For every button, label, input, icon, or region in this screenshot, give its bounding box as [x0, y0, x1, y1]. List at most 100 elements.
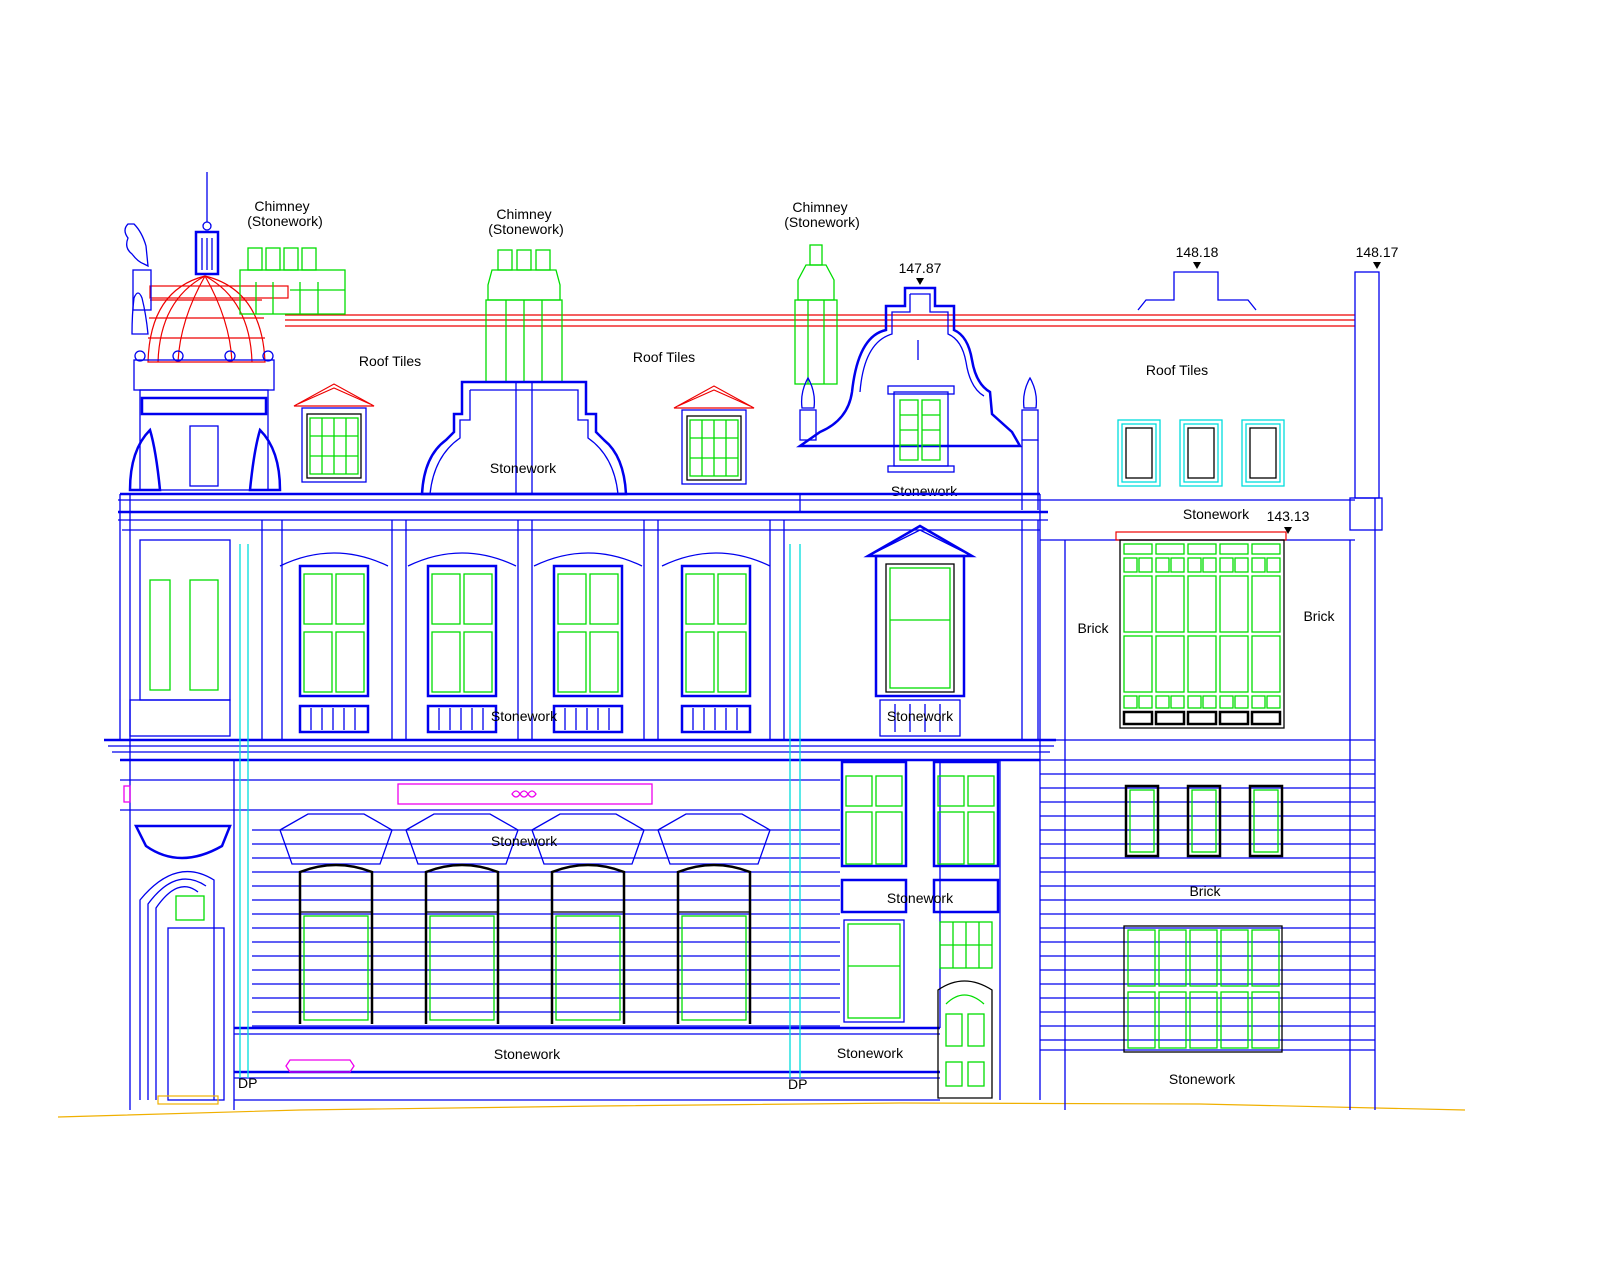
- lion-finial: [124, 223, 152, 335]
- first-floor-pilasters: [261, 520, 1039, 740]
- annex-small-windows: [1124, 784, 1284, 858]
- window-arch-hood: [279, 552, 389, 567]
- central-gable: [420, 380, 628, 496]
- level-annex-stack-value: 148.17: [1356, 244, 1399, 260]
- glazing: [429, 915, 495, 1021]
- glazing: [557, 631, 587, 693]
- downpipe-left-label: DP: [238, 1075, 257, 1091]
- annex-lower-window: [1123, 925, 1283, 1053]
- glazing: [1138, 695, 1153, 709]
- balustrade: [680, 704, 752, 734]
- stonework-plinth-right-label: Stonework: [837, 1045, 904, 1061]
- glazing: [717, 573, 747, 625]
- glazing: [303, 573, 333, 625]
- stonework-dutch-gable-label: Stonework: [891, 483, 958, 499]
- glazing: [717, 631, 747, 693]
- glazing: [1251, 635, 1281, 693]
- glazing: [1251, 575, 1281, 633]
- panel: [1218, 710, 1250, 726]
- chimney-center-label-2: (Stonework): [488, 221, 563, 237]
- stonework-arches-label: Stonework: [491, 833, 558, 849]
- window-frame: [550, 863, 626, 1024]
- window-head: [1115, 531, 1287, 541]
- roof-tiles-center-label: Roof Tiles: [633, 349, 695, 365]
- window-frame: [676, 863, 752, 1024]
- chimney-left-label-2: (Stonework): [247, 213, 322, 229]
- chimney-right-label-1: Chimney: [792, 199, 847, 215]
- glazing: [1189, 929, 1218, 987]
- glazing: [1138, 557, 1153, 573]
- level-window-head-value: 143.13: [1267, 508, 1310, 524]
- chimney-left-label-1: Chimney: [254, 198, 309, 214]
- glazing: [1155, 695, 1170, 709]
- glazing: [681, 915, 747, 1021]
- glazing: [303, 631, 333, 693]
- glazing: [1155, 575, 1185, 633]
- glazing: [1251, 695, 1266, 709]
- stonework-entrance-frieze-label: Stonework: [887, 890, 954, 906]
- glazing: [303, 915, 369, 1021]
- main-facade-structure: [104, 492, 1056, 1110]
- glazing: [1234, 695, 1249, 709]
- panel: [1250, 710, 1282, 726]
- corner-turret-dome: [147, 275, 289, 363]
- window-frame: [1248, 784, 1284, 858]
- chimney-left: [239, 247, 346, 315]
- panel: [1154, 710, 1186, 726]
- roof-lines: [285, 314, 1355, 327]
- glazing: [685, 573, 715, 625]
- glazing: [1123, 635, 1153, 693]
- glazing: [1202, 557, 1217, 573]
- glazing: [1123, 695, 1138, 709]
- glazing: [1187, 635, 1217, 693]
- annex-parapet: [1137, 262, 1381, 499]
- glazing: [1266, 557, 1281, 573]
- glazing: [1219, 543, 1249, 555]
- level-marker-gable-top: [916, 278, 924, 285]
- window-frame: [1119, 539, 1285, 729]
- glazing: [1123, 543, 1153, 555]
- glazing: [1251, 929, 1280, 987]
- glazing: [1220, 929, 1249, 987]
- dormer-center: [673, 385, 755, 485]
- level-gable-top-value: 147.87: [899, 260, 942, 276]
- glazing: [589, 631, 619, 693]
- glazing: [1155, 557, 1170, 573]
- window-frame: [1123, 925, 1283, 1053]
- balustrade: [552, 704, 624, 734]
- window-arch-hood: [407, 552, 517, 567]
- voussoir-arch: [279, 813, 393, 865]
- glazing: [1219, 695, 1234, 709]
- glazing: [431, 631, 461, 693]
- voussoir-arch: [657, 813, 771, 865]
- dormer-left: [293, 383, 375, 483]
- glazing: [555, 915, 621, 1021]
- stonework-annex-base-label: Stonework: [1169, 1071, 1236, 1087]
- glazing: [1234, 557, 1249, 573]
- glazing: [1219, 575, 1249, 633]
- glazing: [1123, 557, 1138, 573]
- ground-floor-rustication: [252, 829, 840, 1027]
- glazing: [557, 573, 587, 625]
- window-frame: [426, 564, 498, 698]
- panel: [1186, 710, 1218, 726]
- downpipe-right-label: DP: [788, 1076, 807, 1092]
- stonework-central-gable-label: Stonework: [490, 460, 557, 476]
- glazing: [1129, 789, 1155, 853]
- glazing: [1219, 557, 1234, 573]
- ground-line: [57, 1102, 1466, 1118]
- glazing: [335, 573, 365, 625]
- left-entrance-portal: [133, 824, 232, 1105]
- level-annex-parapet-value: 148.18: [1176, 244, 1219, 260]
- panel: [1122, 710, 1154, 726]
- annex-large-window: [1115, 531, 1287, 729]
- glazing: [1170, 695, 1185, 709]
- glazing: [431, 573, 461, 625]
- window-frame: [424, 863, 500, 1024]
- window-frame: [298, 564, 370, 698]
- glazing: [1187, 543, 1217, 555]
- glazing: [463, 573, 493, 625]
- chimney-center-label-1: Chimney: [496, 206, 551, 222]
- glazing: [1155, 543, 1185, 555]
- chimney-center: [485, 249, 563, 383]
